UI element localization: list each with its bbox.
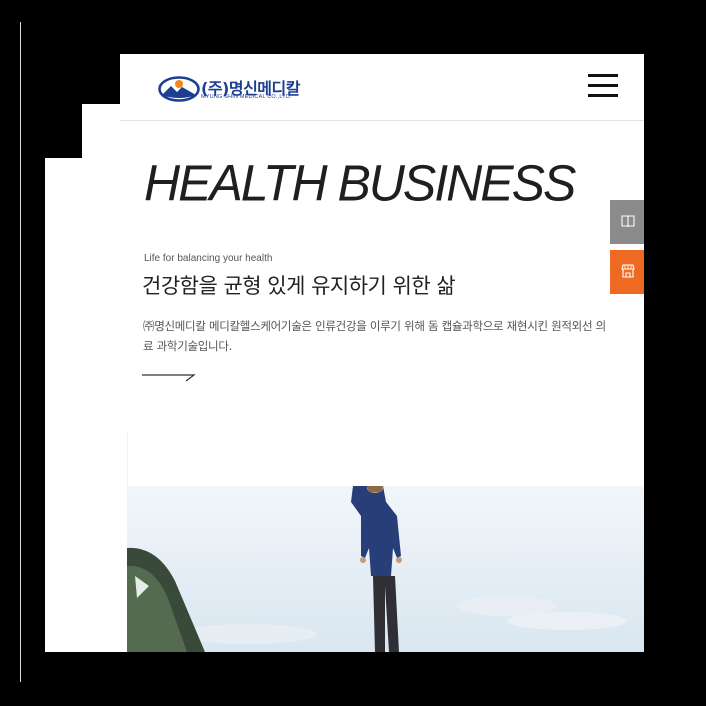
- side-button-catalog[interactable]: [610, 200, 644, 244]
- side-button-store[interactable]: [610, 250, 644, 294]
- book-icon: [621, 215, 635, 228]
- hero-photo-woman-walking: [127, 486, 644, 652]
- more-arrow-icon[interactable]: [142, 370, 198, 382]
- site-header: (주)명신메디칼 MYUNG SHIN MEDICAL CO.,LTD.: [120, 54, 644, 121]
- hero-photo-illustration: [127, 486, 644, 652]
- hero-subtitle-english: Life for balancing your health: [144, 253, 273, 264]
- company-logo[interactable]: (주)명신메디칼 MYUNG SHIN MEDICAL CO.,LTD.: [158, 76, 308, 106]
- logo-emblem-icon: [158, 76, 200, 102]
- mobile-page: (주)명신메디칼 MYUNG SHIN MEDICAL CO.,LTD. HEA…: [120, 54, 644, 652]
- logo-english-text: MYUNG SHIN MEDICAL CO.,LTD.: [201, 94, 292, 100]
- hero-subtitle-korean: 건강함을 균형 있게 유지하기 위한 삶: [142, 274, 456, 298]
- frame-edge-line: [20, 22, 21, 682]
- hero-description: ㈜명신메디칼 메디칼헬스케어기술은 인류건강을 이루기 위해 돔 캡슐과학으로 …: [143, 319, 606, 353]
- store-icon: [621, 264, 635, 278]
- image-top-spacer: [127, 432, 644, 486]
- menu-hamburger-icon[interactable]: [588, 74, 620, 100]
- hero-title: HEALTH BUSINESS: [144, 154, 576, 212]
